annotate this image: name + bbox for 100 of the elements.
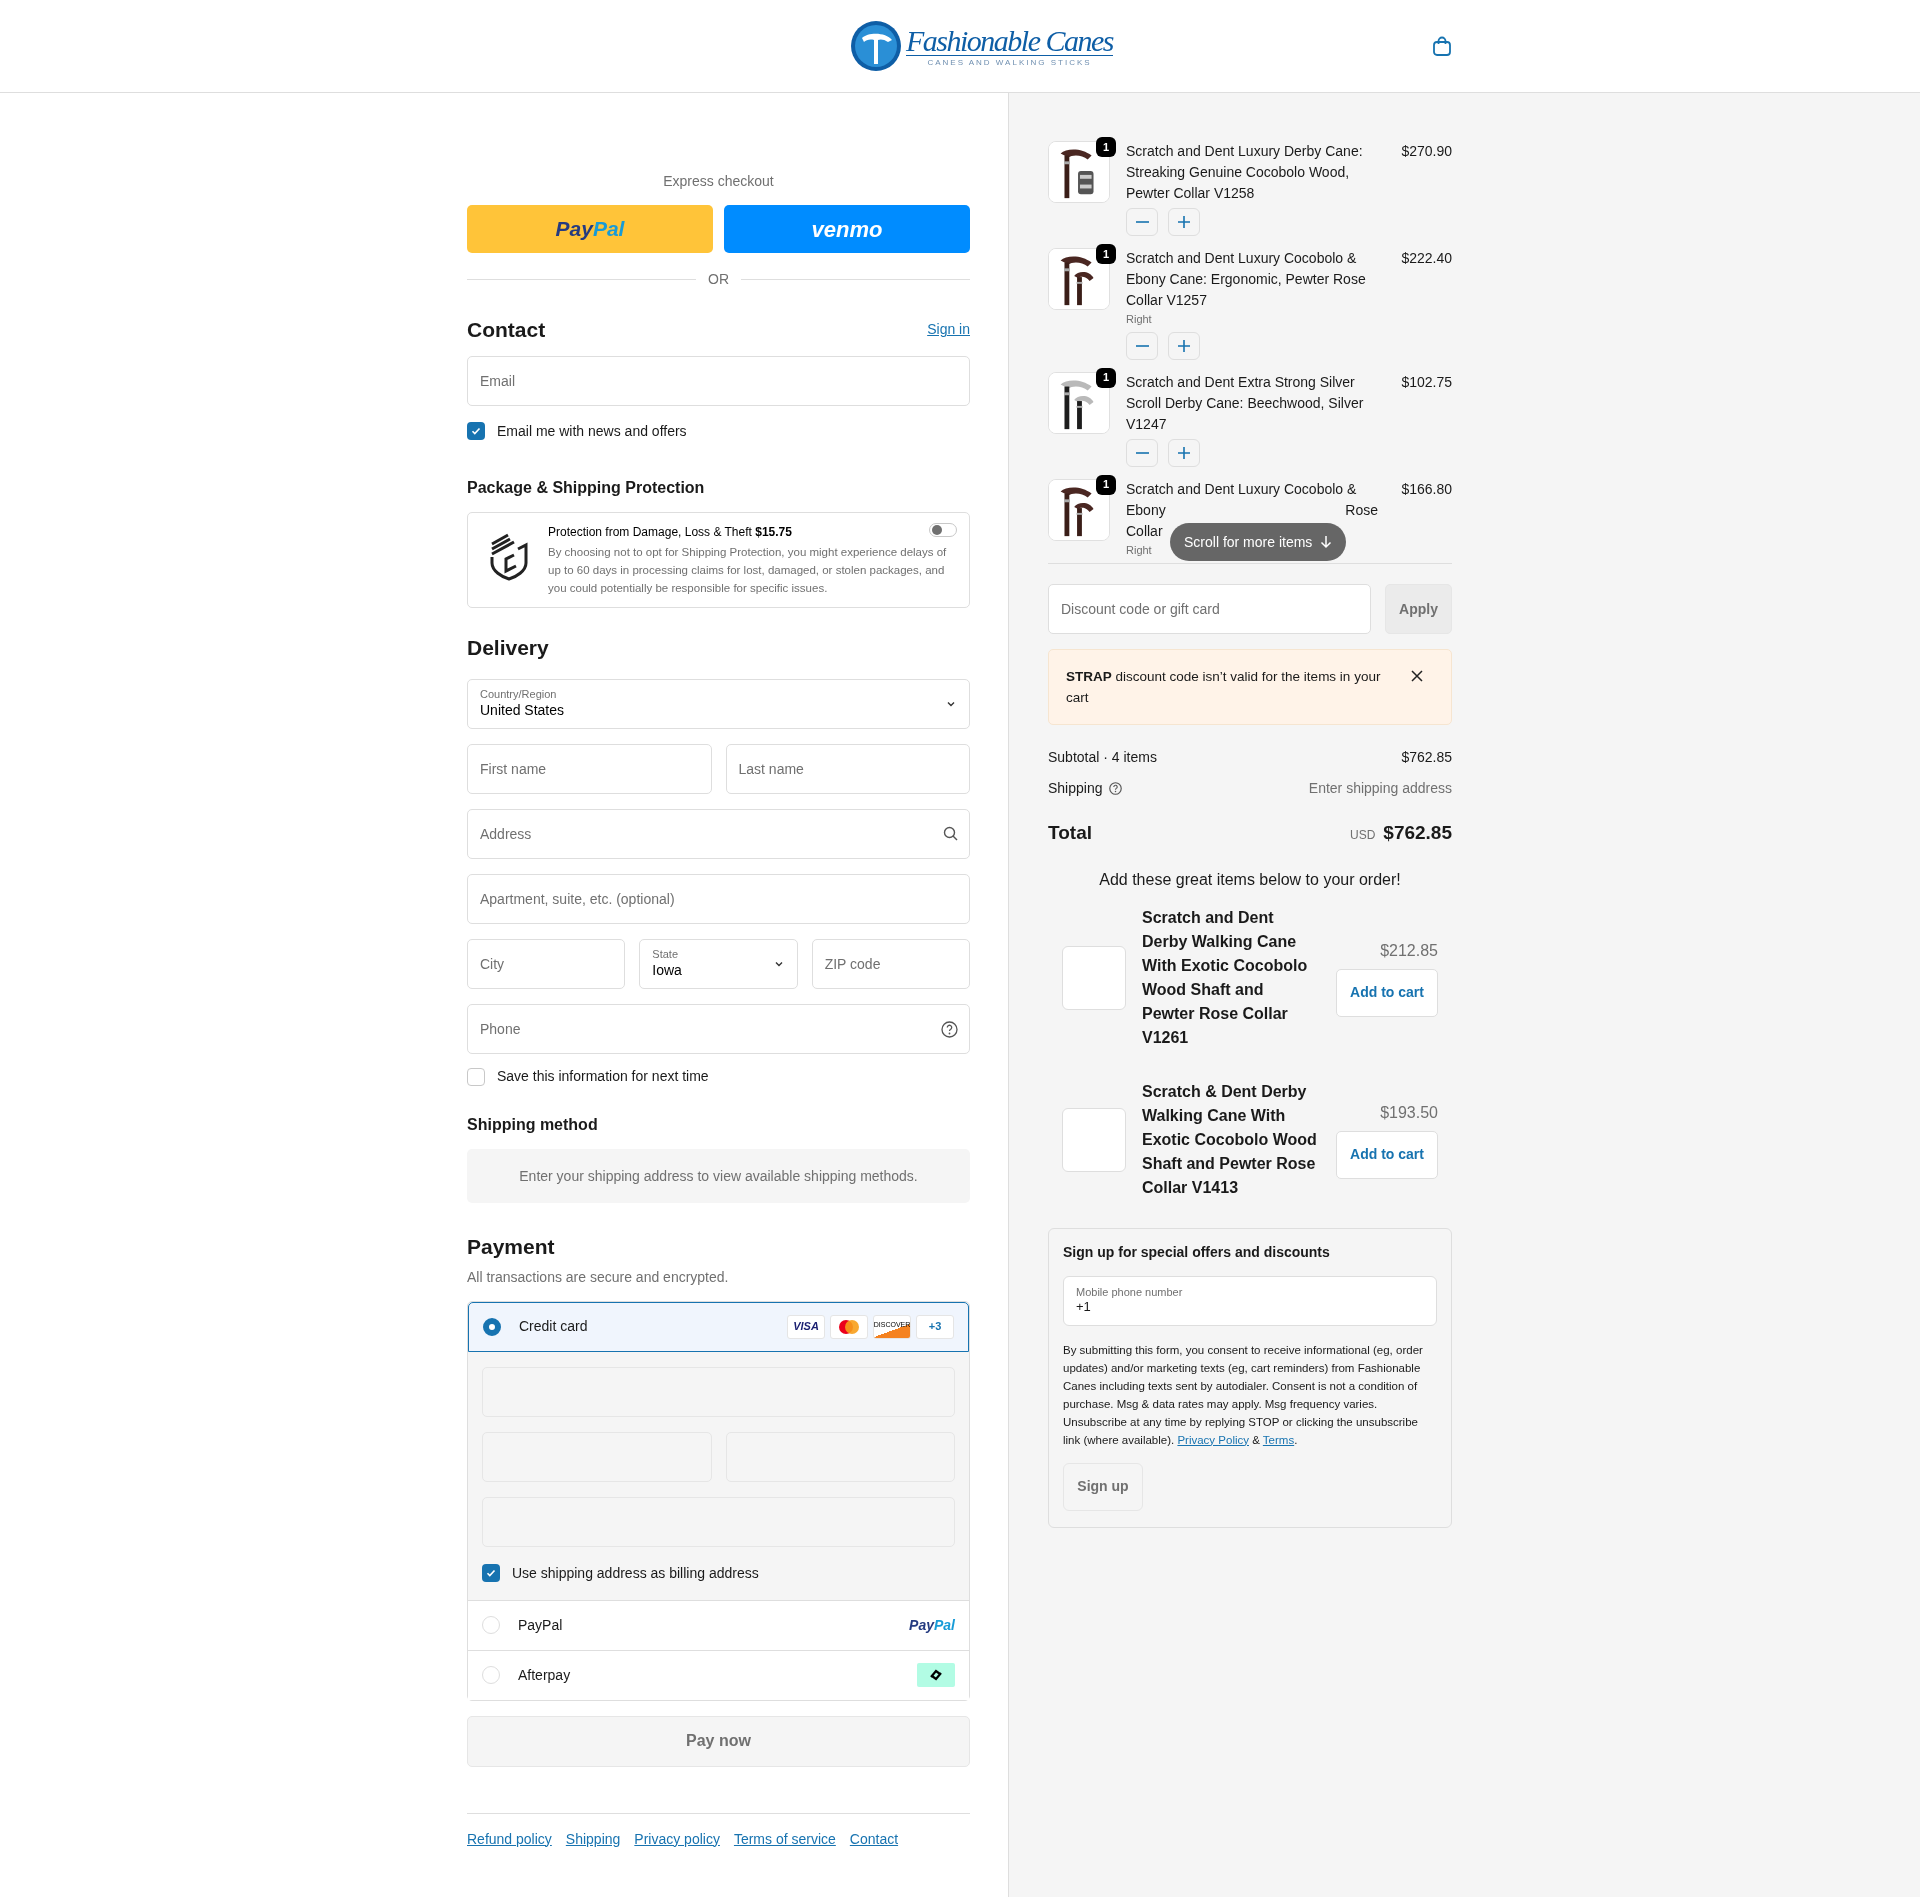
state-select[interactable]: State Iowa (639, 939, 798, 989)
product-title: Scratch and Dent Luxury Cocobolo & Ebony Cane: Ergonomic, Pewter Rose Collar V1257 (1126, 249, 1367, 310)
plus-button[interactable] (1168, 438, 1200, 467)
or-divider-text: OR (708, 270, 729, 289)
product-title-fragment: Ebony (1126, 500, 1166, 520)
country-select[interactable]: Country/Region United States (467, 679, 970, 729)
upsell-product-title: Scratch and Dent Derby Walking Cane With Exotic Cocobolo Wood Shaft and Pewter Rose Collar V1261 (1142, 907, 1309, 1048)
delivery-heading: Delivery (467, 634, 550, 661)
subtotal-label: Subtotal · 4 items (1048, 748, 1157, 767)
add-to-cart-button[interactable]: Add to cart (1336, 1130, 1438, 1179)
checkbox[interactable] (482, 1564, 500, 1582)
discount-code-field[interactable]: Discount code or gift card (1048, 584, 1371, 634)
checkmark-icon (485, 1567, 497, 1579)
product-image-placeholder (1062, 945, 1126, 1010)
product-variant: Right (1126, 312, 1152, 327)
more-cards-badge: +3 (916, 1314, 954, 1339)
upsell-product-title: Scratch & Dent Derby Walking Cane With Exotic Cocobolo Wood Shaft and Pewter Rose Collar V1413 (1142, 1081, 1318, 1198)
protection-description: By choosing not to opt for Shipping Protection, you might experience delays of up to 60 days in processing claims for lost, damaged, or stolen packages, and you could potentially be responsible for specific issues. (548, 544, 948, 596)
email-field[interactable]: Email (467, 355, 970, 406)
apply-button[interactable]: Apply (1385, 584, 1452, 634)
help-icon[interactable] (1108, 782, 1122, 795)
minus-icon (1135, 344, 1149, 347)
shipping-label: Shipping (1048, 779, 1103, 798)
alert-message: STRAP discount code isn’t valid for the items in your cart (1066, 668, 1382, 707)
privacy-policy-link[interactable]: Privacy Policy (1177, 1433, 1249, 1446)
plus-icon (1177, 445, 1191, 460)
minus-button[interactable] (1126, 331, 1158, 360)
plus-button[interactable] (1168, 208, 1200, 236)
product-price: $166.80 (1400, 479, 1452, 499)
first-name-field[interactable]: First name (467, 744, 712, 794)
phone-field[interactable]: Phone (467, 1004, 970, 1054)
quantity-badge: 1 (1096, 244, 1116, 264)
quantity-badge: 1 (1096, 137, 1116, 157)
checkbox-label: Save this information for next time (497, 1067, 709, 1086)
pay-now-button[interactable]: Pay now (467, 1715, 970, 1767)
minus-icon (1135, 221, 1149, 223)
product-title-fragment: Scratch and Dent Luxury Cocobolo & (1126, 479, 1357, 499)
checkbox[interactable] (467, 422, 485, 440)
upsell-price: $212.85 (1380, 940, 1438, 961)
minus-button[interactable] (1126, 438, 1158, 467)
payment-heading: Payment (467, 1234, 556, 1260)
currency-code: USD (1349, 827, 1376, 844)
logo-wordmark: Fashionable Canes (906, 25, 1113, 56)
product-variant: Right (1126, 542, 1152, 558)
product-image-placeholder (1062, 1107, 1126, 1172)
last-name-field[interactable]: Last name (725, 744, 970, 794)
footer-link[interactable]: Contact (849, 1828, 899, 1850)
sign-up-button[interactable]: Sign up (1063, 1462, 1143, 1511)
shopping-bag-icon[interactable] (1432, 35, 1452, 57)
protection-toggle[interactable] (929, 522, 957, 537)
store-logo[interactable]: Fashionable Canes CANES AND WALKING STICKS (850, 20, 1113, 72)
zip-field[interactable]: ZIP code (811, 939, 970, 989)
help-icon[interactable] (941, 1021, 958, 1038)
payment-option[interactable]: Afterpay (468, 1649, 969, 1700)
apartment-field[interactable]: Apartment, suite, etc. (optional) (467, 874, 970, 924)
minus-icon (1135, 451, 1149, 454)
total-label: Total (1048, 821, 1092, 845)
checkmark-icon (470, 425, 482, 437)
consent-text: By submitting this form, you consent to receive informational (eg, order updates) and/or marketing texts (eg, cart reminders) from Fashionable Canes including texts sent by autodialer. Consent is not a condition of purchase. Msg & data rates may apply. Msg frequency varies. Unsubscribe at any time by replying STOP or clicking the unsubscribe link (where available). Privacy Policy & Terms. (1063, 1342, 1424, 1448)
add-to-cart-button[interactable]: Add to cart (1336, 968, 1438, 1017)
scroll-for-more-toast[interactable]: Scroll for more items (1170, 523, 1347, 561)
arrow-down-icon (1320, 535, 1333, 549)
afterpay-logo-icon (917, 1663, 955, 1687)
mobile-phone-field[interactable]: Mobile phone number +1 (1063, 1275, 1437, 1326)
address-field[interactable]: Address (467, 809, 970, 859)
product-price: $102.75 (1400, 372, 1452, 392)
shipping-method-notice: Enter your shipping address to view available shipping methods. (467, 1149, 970, 1203)
city-field[interactable]: City (467, 939, 626, 989)
payment-subtitle: All transactions are secure and encrypted. (467, 1267, 730, 1287)
radio-button[interactable] (483, 1317, 501, 1336)
upsell-price: $193.50 (1380, 1102, 1438, 1123)
product-title: Scratch and Dent Luxury Derby Cane: Streaking Genuine Cocobolo Wood, Pewter Collar V1258 (1126, 142, 1364, 203)
overlapping-circles-icon (837, 1318, 861, 1335)
shipping-value: Enter shipping address (1308, 779, 1452, 798)
plus-button[interactable] (1168, 331, 1200, 360)
signup-heading: Sign up for special offers and discounts (1063, 1242, 1331, 1262)
shield-icon (488, 532, 530, 581)
search-icon (943, 826, 958, 841)
protection-heading: Package & Shipping Protection (467, 477, 706, 498)
product-price: $270.90 (1400, 142, 1452, 161)
quantity-badge: 1 (1096, 474, 1116, 495)
protection-title: Protection from Damage, Loss & Theft $15.75 (548, 523, 792, 541)
checkbox-label: Email me with news and offers (497, 421, 687, 441)
close-icon[interactable] (1410, 669, 1424, 683)
paypal-button[interactable]: PayPal (467, 205, 713, 253)
footer-link[interactable]: Refund policy (467, 1828, 552, 1850)
venmo-button[interactable]: venmo (724, 205, 970, 253)
plus-icon (1177, 338, 1191, 353)
minus-button[interactable] (1126, 208, 1158, 236)
cane-logo-icon (850, 20, 902, 72)
footer-link[interactable]: Shipping (565, 1828, 621, 1850)
product-title-fragment: Collar (1126, 521, 1163, 541)
product-title: Scratch and Dent Extra Strong Silver Scroll Derby Cane: Beechwood, Silver V1247 (1126, 372, 1365, 434)
plus-icon (1177, 215, 1191, 229)
logo-tagline: CANES AND WALKING STICKS (927, 58, 1092, 67)
footer-link[interactable]: Privacy policy (634, 1828, 720, 1850)
total-value: $762.85 (1383, 821, 1452, 845)
sign-in-link[interactable]: Sign in (927, 319, 970, 341)
checkbox[interactable] (467, 1067, 485, 1086)
footer-link[interactable]: Terms of service (733, 1828, 836, 1850)
